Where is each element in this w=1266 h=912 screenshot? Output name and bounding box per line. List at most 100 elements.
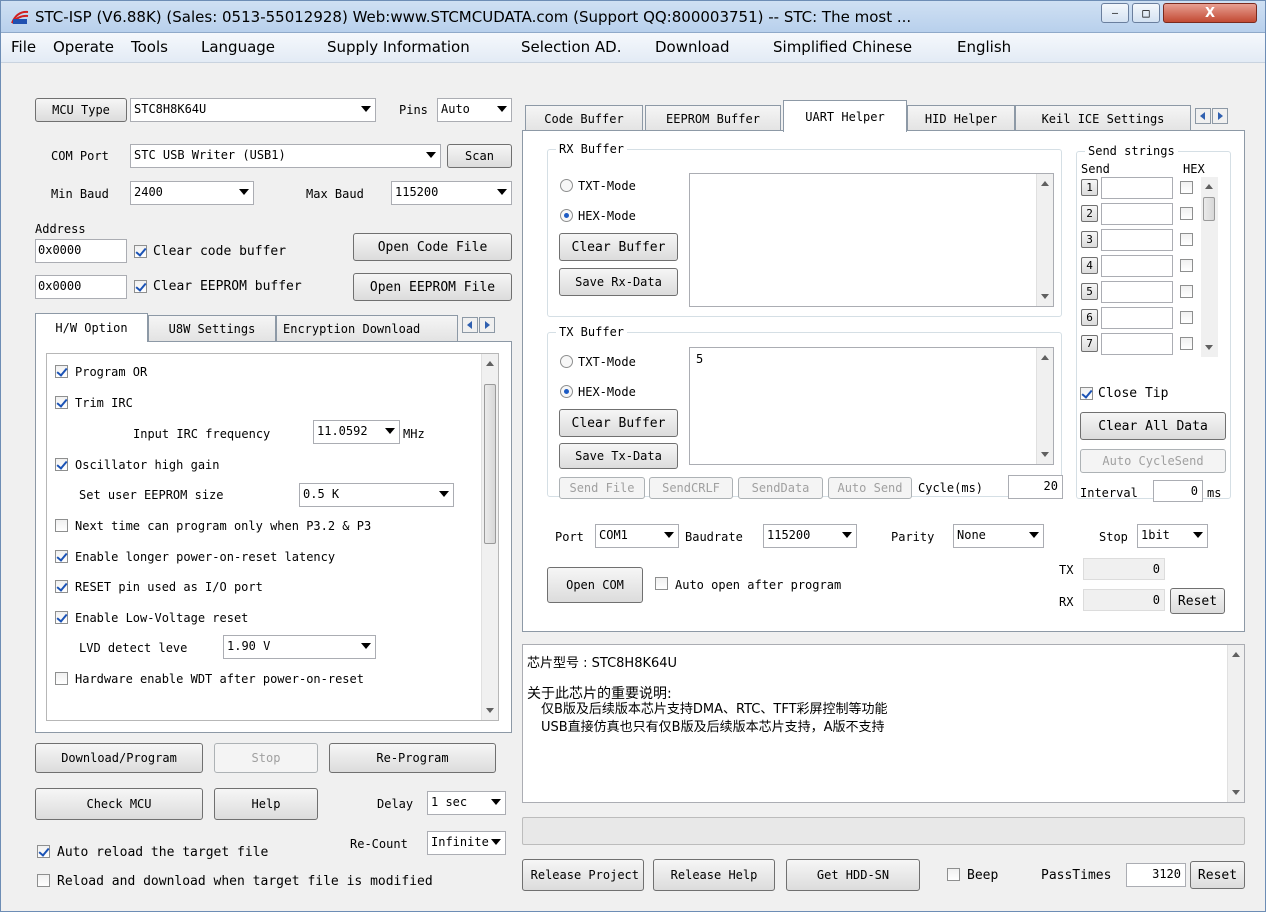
send-string-4-button[interactable]: 4 — [1081, 257, 1098, 274]
counter-reset-button[interactable]: Reset — [1170, 588, 1225, 614]
menu-tools[interactable]: Tools — [131, 38, 168, 56]
stop-bits-select[interactable]: 1bit — [1137, 524, 1208, 548]
minimize-button[interactable]: — — [1101, 3, 1129, 23]
title-bar[interactable]: STC-ISP (V6.88K) (Sales: 0513-55012928) … — [1, 1, 1265, 33]
send-crlf-button[interactable]: SendCRLF — [649, 477, 733, 499]
scroll-down-icon[interactable] — [1205, 345, 1213, 350]
reload-modified-checkbox[interactable] — [37, 874, 50, 887]
send-string-7-hex-checkbox[interactable] — [1180, 337, 1193, 350]
info-textarea[interactable]: 芯片型号 : STC8H8K64U 关于此芯片的重要说明: 仅B版及后续版本芯片… — [522, 644, 1245, 803]
send-string-3-button[interactable]: 3 — [1081, 231, 1098, 248]
scroll-thumb[interactable] — [484, 384, 496, 544]
release-help-button[interactable]: Release Help — [653, 859, 775, 891]
re-count-select[interactable]: Infinite — [427, 831, 506, 855]
open-com-button[interactable]: Open COM — [547, 567, 643, 603]
tab-keil-ice-settings[interactable]: Keil ICE Settings — [1015, 105, 1191, 131]
hw-options-scrollbar[interactable] — [481, 354, 498, 720]
tab-uart-helper[interactable]: UART Helper — [783, 100, 907, 132]
tab-hw-option[interactable]: H/W Option — [35, 313, 148, 342]
tab-hid-helper[interactable]: HID Helper — [907, 105, 1015, 131]
lvd-select[interactable]: 1.90 V — [223, 635, 376, 659]
delay-select[interactable]: 1 sec — [427, 791, 506, 815]
tab-code-buffer[interactable]: Code Buffer — [525, 105, 643, 131]
send-string-2-button[interactable]: 2 — [1081, 205, 1098, 222]
tx-clear-buffer-button[interactable]: Clear Buffer — [559, 409, 678, 437]
passtimes-input[interactable]: 3120 — [1126, 863, 1186, 887]
open-eeprom-file-button[interactable]: Open EEPROM File — [353, 273, 512, 301]
scroll-up-icon[interactable] — [1041, 355, 1049, 360]
beep-checkbox[interactable] — [947, 868, 960, 881]
send-string-1-input[interactable] — [1101, 177, 1173, 199]
info-scrollbar[interactable] — [1227, 645, 1244, 802]
scroll-thumb[interactable] — [1203, 197, 1215, 221]
clear-all-data-button[interactable]: Clear All Data — [1080, 412, 1226, 440]
tab-u8w-settings[interactable]: U8W Settings — [148, 315, 276, 341]
send-string-6-hex-checkbox[interactable] — [1180, 311, 1193, 324]
send-string-5-hex-checkbox[interactable] — [1180, 285, 1193, 298]
rx-clear-buffer-button[interactable]: Clear Buffer — [559, 233, 678, 261]
send-string-2-hex-checkbox[interactable] — [1180, 207, 1193, 220]
open-code-file-button[interactable]: Open Code File — [353, 233, 512, 261]
scroll-down-icon[interactable] — [1232, 790, 1240, 795]
check-mcu-button[interactable]: Check MCU — [35, 788, 203, 820]
longer-por-checkbox[interactable] — [55, 550, 68, 563]
send-string-3-hex-checkbox[interactable] — [1180, 233, 1193, 246]
scroll-down-icon[interactable] — [1041, 294, 1049, 299]
scroll-up-icon[interactable] — [1041, 181, 1049, 186]
auto-reload-checkbox[interactable] — [37, 845, 50, 858]
download-program-button[interactable]: Download/Program — [35, 743, 203, 773]
tx-buffer-textarea[interactable]: 5 — [689, 347, 1054, 465]
low-voltage-reset-checkbox[interactable] — [55, 611, 68, 624]
hardware-wdt-checkbox[interactable] — [55, 672, 68, 685]
close-button[interactable]: X — [1163, 3, 1257, 23]
send-strings-scrollbar[interactable] — [1201, 177, 1218, 357]
right-tab-scroll-arrows[interactable] — [1195, 108, 1228, 124]
eeprom-size-select[interactable]: 0.5 K — [299, 483, 454, 507]
save-rx-data-button[interactable]: Save Rx-Data — [559, 268, 678, 296]
menu-english[interactable]: English — [957, 38, 1011, 56]
menu-simplified-chinese[interactable]: Simplified Chinese — [773, 38, 912, 56]
send-string-4-input[interactable] — [1101, 255, 1173, 277]
tx-scrollbar[interactable] — [1036, 348, 1053, 464]
send-string-3-input[interactable] — [1101, 229, 1173, 251]
port-select[interactable]: COM1 — [595, 524, 679, 548]
send-file-button[interactable]: Send File — [559, 477, 645, 499]
mcu-type-button[interactable]: MCU Type — [35, 98, 127, 122]
scroll-down-icon[interactable] — [1041, 452, 1049, 457]
send-string-5-button[interactable]: 5 — [1081, 283, 1098, 300]
stop-button[interactable]: Stop — [214, 743, 318, 773]
menu-selection-ad[interactable]: Selection AD. — [521, 38, 621, 56]
scan-button[interactable]: Scan — [447, 144, 512, 168]
auto-send-button[interactable]: Auto Send — [828, 477, 912, 499]
scroll-left-icon[interactable] — [1195, 108, 1211, 124]
clear-code-buffer-checkbox[interactable] — [134, 245, 147, 258]
save-tx-data-button[interactable]: Save Tx-Data — [559, 443, 678, 469]
code-address-input[interactable]: 0x0000 — [35, 239, 127, 263]
release-project-button[interactable]: Release Project — [522, 859, 644, 891]
tx-hex-mode-radio[interactable] — [560, 385, 573, 398]
eeprom-address-input[interactable]: 0x0000 — [35, 275, 127, 299]
auto-cycle-send-button[interactable]: Auto CycleSend — [1080, 449, 1226, 473]
auto-open-checkbox[interactable] — [655, 577, 668, 590]
menu-download[interactable]: Download — [655, 38, 730, 56]
clear-eeprom-buffer-checkbox[interactable] — [134, 280, 147, 293]
send-data-button[interactable]: SendData — [738, 477, 823, 499]
scroll-right-icon[interactable] — [479, 317, 495, 333]
send-string-1-button[interactable]: 1 — [1081, 179, 1098, 196]
menu-supply-information[interactable]: Supply Information — [327, 38, 470, 56]
passtimes-reset-button[interactable]: Reset — [1190, 861, 1245, 889]
scroll-up-icon[interactable] — [486, 361, 494, 366]
oscillator-high-gain-checkbox[interactable] — [55, 458, 68, 471]
scroll-left-icon[interactable] — [462, 317, 478, 333]
send-string-7-button[interactable]: 7 — [1081, 335, 1098, 352]
interval-input[interactable]: 0 — [1153, 480, 1203, 502]
rx-buffer-textarea[interactable] — [689, 173, 1054, 307]
rx-txt-mode-radio[interactable] — [560, 179, 573, 192]
close-tip-checkbox[interactable] — [1080, 387, 1093, 400]
send-string-5-input[interactable] — [1101, 281, 1173, 303]
program-or-checkbox[interactable] — [55, 365, 68, 378]
parity-select[interactable]: None — [953, 524, 1044, 548]
cycle-ms-input[interactable]: 20 — [1008, 475, 1063, 499]
re-program-button[interactable]: Re-Program — [329, 743, 496, 773]
rx-scrollbar[interactable] — [1036, 174, 1053, 306]
